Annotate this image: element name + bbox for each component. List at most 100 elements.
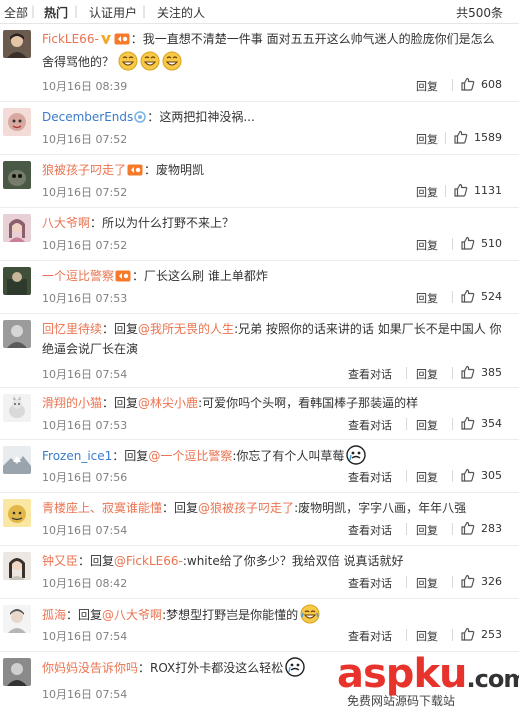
like-thumb-icon[interactable] bbox=[461, 521, 475, 538]
member-badge-icon bbox=[127, 162, 143, 182]
avatar[interactable] bbox=[3, 552, 31, 580]
avatar[interactable] bbox=[3, 214, 31, 242]
avatar[interactable] bbox=[3, 267, 31, 295]
reply-button[interactable]: 回复 bbox=[416, 237, 438, 253]
like-thumb-icon[interactable] bbox=[461, 416, 475, 433]
like-count: 1131 bbox=[474, 184, 502, 197]
like-thumb-icon[interactable] bbox=[461, 365, 475, 382]
mention-link[interactable]: @八大爷啊 bbox=[102, 608, 162, 622]
username-link[interactable]: 滑翔的小猫 bbox=[42, 396, 102, 410]
mention-link[interactable]: @我所无畏的人生 bbox=[138, 322, 234, 336]
like-thumb-icon[interactable] bbox=[461, 574, 475, 591]
comment-body-line2: 绝逼会说厂长在演 bbox=[42, 342, 139, 356]
mention-link[interactable]: @一个逗比警察 bbox=[148, 449, 232, 463]
view-conversation-link[interactable]: 查看对话 bbox=[348, 417, 392, 433]
comment-item: 一个逗比警察 ：厂长这么刷 谁上单都炸 10月16日 07:53 回复 524 bbox=[0, 261, 519, 314]
reply-button[interactable]: 回复 bbox=[416, 78, 438, 94]
comment-body: 厂长这么刷 谁上单都炸 bbox=[144, 269, 268, 283]
username-link[interactable]: 孤海 bbox=[42, 608, 66, 622]
tab-separator: | bbox=[31, 4, 36, 18]
view-conversation-link[interactable]: 查看对话 bbox=[348, 469, 392, 485]
like-thumb-icon[interactable] bbox=[454, 183, 468, 200]
like-thumb-icon[interactable] bbox=[461, 236, 475, 253]
tab-following[interactable]: 关注的人 bbox=[157, 4, 205, 21]
divider bbox=[452, 418, 453, 430]
avatar[interactable] bbox=[3, 446, 31, 474]
username-link[interactable]: FickLE66- bbox=[42, 32, 99, 46]
avatar[interactable] bbox=[3, 394, 31, 422]
member-badge-icon bbox=[115, 268, 131, 288]
like-count: 253 bbox=[481, 628, 502, 641]
comment-text: Frozen_ice1：回复@一个逗比警察:你忘了有个人叫草莓 bbox=[42, 445, 512, 466]
divider bbox=[406, 367, 407, 379]
reply-prefix: 回复 bbox=[78, 608, 103, 622]
colon: ： bbox=[112, 449, 125, 463]
username-link[interactable]: 青楼座上、寂寞谁能懂 bbox=[42, 501, 162, 515]
reply-button[interactable]: 回复 bbox=[416, 184, 438, 200]
username-link[interactable]: 一个逗比警察 bbox=[42, 269, 114, 283]
reply-button[interactable]: 回复 bbox=[416, 290, 438, 306]
like-thumb-icon[interactable] bbox=[461, 468, 475, 485]
mention-link[interactable]: @林尖小鹿 bbox=[138, 396, 198, 410]
reply-prefix: 回复 bbox=[114, 396, 139, 410]
colon: ： bbox=[90, 216, 103, 230]
comment-time: 10月16日 07:54 bbox=[42, 368, 128, 381]
username-link[interactable]: 八大爷啊 bbox=[42, 216, 90, 230]
reply-button[interactable]: 回复 bbox=[416, 366, 438, 382]
like-thumb-icon[interactable] bbox=[461, 289, 475, 306]
avatar[interactable] bbox=[3, 658, 31, 686]
colon: ： bbox=[102, 322, 115, 336]
username-link[interactable]: 钟又臣 bbox=[42, 554, 78, 568]
divider bbox=[406, 418, 407, 430]
like-thumb-icon[interactable] bbox=[461, 77, 475, 94]
avatar[interactable] bbox=[3, 499, 31, 527]
comment-item: 八大爷啊：所以为什么打野不来上？ 10月16日 07:52 回复 510 bbox=[0, 208, 519, 261]
tab-all[interactable]: 全部 bbox=[4, 4, 28, 21]
tab-verified[interactable]: 认证用户 bbox=[89, 4, 137, 21]
comment-time: 10月16日 08:39 bbox=[42, 80, 128, 93]
reply-button[interactable]: 回复 bbox=[416, 522, 438, 538]
username-link[interactable]: 回忆里待续 bbox=[42, 322, 102, 336]
comment-time: 10月16日 07:53 bbox=[42, 292, 128, 305]
reply-button[interactable]: 回复 bbox=[416, 469, 438, 485]
colon: ： bbox=[144, 163, 157, 177]
comment-text: FickLE66- ：我一直想不清楚一件事 面对五五开这么帅气迷人的脸庞你们是怎么… bbox=[42, 29, 512, 72]
comment-text: 一个逗比警察 ：厂长这么刷 谁上单都炸 bbox=[42, 266, 512, 288]
username-link[interactable]: DecemberEnds bbox=[42, 110, 133, 124]
divider bbox=[452, 79, 453, 91]
avatar[interactable] bbox=[3, 605, 31, 633]
tab-hot[interactable]: 热门 bbox=[44, 4, 68, 21]
comment-body: 这两把扣神没祸... bbox=[159, 110, 255, 124]
comment-body: 我一直想不清楚一件事 面对五五开这么帅气迷人的脸庞你们是怎么 bbox=[142, 32, 495, 46]
reply-button[interactable]: 回复 bbox=[416, 131, 438, 147]
view-conversation-link[interactable]: 查看对话 bbox=[348, 366, 392, 382]
username-link[interactable]: 狼被孩子叼走了 bbox=[42, 163, 126, 177]
reply-button[interactable]: 回复 bbox=[416, 575, 438, 591]
comment-time: 10月16日 07:54 bbox=[42, 524, 128, 537]
view-conversation-link[interactable]: 查看对话 bbox=[348, 575, 392, 591]
reply-button[interactable]: 回复 bbox=[416, 628, 438, 644]
username-link[interactable]: 你妈妈没告诉你吗 bbox=[42, 661, 138, 675]
like-count: 326 bbox=[481, 575, 502, 588]
colon: ： bbox=[78, 554, 91, 568]
grin-emoji-icon bbox=[118, 51, 138, 71]
comment-body: 废物明凯 bbox=[156, 163, 205, 177]
laugh-cry-emoji-icon bbox=[300, 604, 320, 624]
comment-body: ROX打外卡都没这么轻松 bbox=[150, 661, 284, 675]
avatar[interactable] bbox=[3, 161, 31, 189]
reply-button[interactable]: 回复 bbox=[416, 417, 438, 433]
view-conversation-link[interactable]: 查看对话 bbox=[348, 522, 392, 538]
like-count: 354 bbox=[481, 417, 502, 430]
cry-emoji-icon bbox=[285, 657, 305, 677]
avatar[interactable] bbox=[3, 30, 31, 58]
mention-link[interactable]: @FickLE66- bbox=[114, 554, 183, 568]
like-thumb-icon[interactable] bbox=[461, 627, 475, 644]
avatar[interactable] bbox=[3, 320, 31, 348]
avatar[interactable] bbox=[3, 108, 31, 136]
comment-body: 废物明凯，字字八画，年年八强 bbox=[298, 501, 467, 515]
like-thumb-icon[interactable] bbox=[454, 130, 468, 147]
colon: ： bbox=[102, 396, 115, 410]
username-link[interactable]: Frozen_ice1 bbox=[42, 449, 112, 463]
mention-link[interactable]: @狼被孩子叼走了 bbox=[198, 501, 294, 515]
view-conversation-link[interactable]: 查看对话 bbox=[348, 628, 392, 644]
